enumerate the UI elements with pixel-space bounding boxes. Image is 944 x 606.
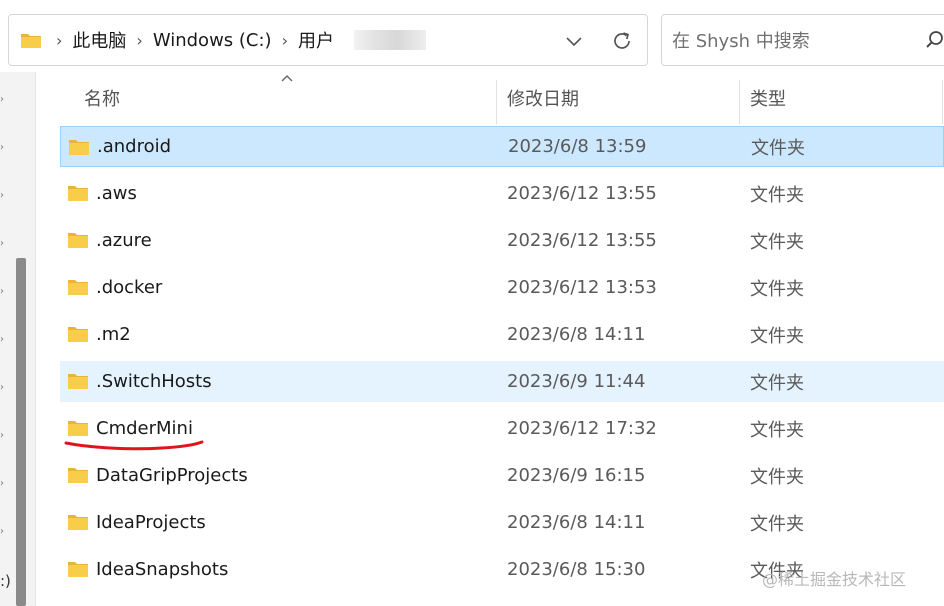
folder-icon [68,421,88,436]
expand-arrow-icon[interactable]: › [0,382,4,393]
file-name[interactable]: .m2 [96,324,131,345]
expand-arrow-icon[interactable]: › [0,430,4,441]
column-date-label: 修改日期 [507,89,579,110]
breadcrumb-this-pc[interactable]: 此电脑 [72,27,126,53]
column-name-header[interactable]: 名称 [84,72,494,124]
folder-icon [68,186,88,201]
file-date: 2023/6/8 15:30 [507,559,646,580]
table-row[interactable]: IdeaProjects 2023/6/8 14:11 文件夹 [60,502,944,543]
folder-icon [68,280,88,295]
refresh-icon[interactable] [609,28,635,54]
file-name[interactable]: IdeaProjects [96,512,206,533]
table-row[interactable]: .android 2023/6/8 13:59 文件夹 [60,126,944,167]
column-divider[interactable] [739,80,740,124]
navigation-bar: › 此电脑 › Windows (C:) › 用户 [0,0,944,72]
folder-icon [68,233,88,248]
file-name[interactable]: .azure [96,230,152,251]
expand-arrow-icon[interactable]: › [0,286,4,297]
column-divider[interactable] [942,80,943,124]
search-box[interactable] [661,14,944,66]
table-row[interactable]: .SwitchHosts 2023/6/9 11:44 文件夹 [60,361,944,402]
expand-arrow-icon[interactable]: › [0,334,4,345]
folder-icon [69,140,89,155]
file-type: 文件夹 [750,278,804,300]
expand-arrow-icon[interactable]: › [0,238,4,249]
redacted-username [353,30,426,50]
file-name[interactable]: IdeaSnapshots [96,559,228,580]
address-bar[interactable]: › 此电脑 › Windows (C:) › 用户 [8,14,648,66]
file-date: 2023/6/12 17:32 [507,418,657,439]
column-header: 名称 修改日期 类型 [36,72,944,124]
column-type-header[interactable]: 类型 [750,72,940,124]
file-date: 2023/6/8 14:11 [507,512,646,533]
file-date: 2023/6/9 11:44 [507,371,646,392]
file-name[interactable]: .aws [96,183,137,204]
watermark: @稀土掘金技术社区 [762,570,907,589]
nav-pane-scrollbar[interactable] [16,258,26,606]
file-date: 2023/6/12 13:55 [507,230,657,251]
folder-icon [68,468,88,483]
breadcrumb-separator[interactable]: › [56,31,62,50]
search-input[interactable] [672,27,922,55]
table-row[interactable]: .azure 2023/6/12 13:55 文件夹 [60,220,944,261]
file-type: 文件夹 [750,325,804,347]
file-name[interactable]: .SwitchHosts [96,371,212,392]
chevron-down-icon[interactable] [563,30,585,52]
file-type: 文件夹 [750,184,804,206]
file-date: 2023/6/8 14:11 [507,324,646,345]
folder-icon [68,515,88,530]
drive-label-fragment: :) [0,572,11,590]
file-name[interactable]: .android [97,136,171,157]
file-name[interactable]: .docker [96,277,162,298]
file-name[interactable]: DataGripProjects [96,465,248,486]
file-date: 2023/6/12 13:55 [507,183,657,204]
file-type: 文件夹 [751,137,805,159]
column-name-label: 名称 [84,89,120,110]
file-date: 2023/6/12 13:53 [507,277,657,298]
folder-icon [21,33,41,48]
table-row[interactable]: .docker 2023/6/12 13:53 文件夹 [60,267,944,308]
file-type: 文件夹 [750,419,804,441]
search-icon[interactable] [925,30,944,50]
red-underline-annotation [64,440,204,451]
expand-arrow-icon[interactable]: › [0,94,4,105]
column-date-header[interactable]: 修改日期 [507,72,737,124]
breadcrumb-windows-drive[interactable]: Windows (C:) [153,30,272,51]
expand-arrow-icon[interactable]: › [0,142,4,153]
folder-icon [68,327,88,342]
table-row[interactable]: DataGripProjects 2023/6/9 16:15 文件夹 [60,455,944,496]
folder-icon [68,374,88,389]
file-type: 文件夹 [750,231,804,253]
expand-arrow-icon[interactable]: › [0,526,4,537]
column-type-label: 类型 [750,89,786,110]
file-date: 2023/6/8 13:59 [508,136,647,157]
file-date: 2023/6/9 16:15 [507,465,646,486]
table-row[interactable]: .aws 2023/6/12 13:55 文件夹 [60,173,944,214]
expand-arrow-icon[interactable]: › [0,478,4,489]
file-type: 文件夹 [750,466,804,488]
breadcrumb-separator[interactable]: › [282,31,288,50]
file-type: 文件夹 [750,513,804,535]
expand-arrow-icon[interactable]: › [0,190,4,201]
table-row[interactable]: .m2 2023/6/8 14:11 文件夹 [60,314,944,355]
breadcrumb-users[interactable]: 用户 [298,27,334,53]
breadcrumb-separator[interactable]: › [136,31,142,50]
file-type: 文件夹 [750,372,804,394]
folder-icon [68,562,88,577]
column-divider[interactable] [496,80,497,124]
